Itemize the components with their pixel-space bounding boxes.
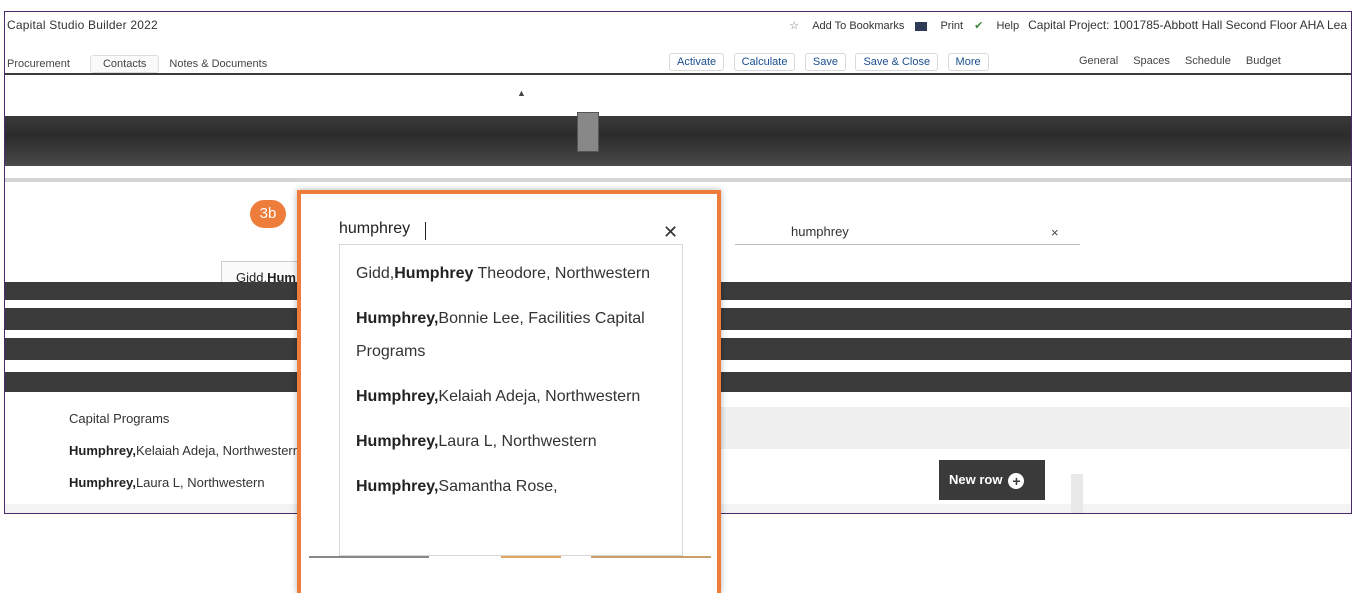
nav-general[interactable]: General <box>1079 55 1118 67</box>
background-search-field[interactable]: humphrey × <box>735 224 1080 252</box>
help-icon[interactable]: ✔ <box>974 20 983 32</box>
scroll-track <box>1071 474 1083 513</box>
close-icon[interactable]: ✕ <box>663 222 678 243</box>
footer-divider <box>501 556 561 558</box>
option-bold: Humphrey, <box>356 478 439 495</box>
background-suggestion-list: Capital Programs Humphrey,Kelaiah Adeja,… <box>69 408 309 504</box>
option-post: Laura L, Northwestern <box>438 433 597 450</box>
search-input[interactable] <box>339 220 639 238</box>
step-badge: 3b <box>250 200 286 228</box>
suggestion-dropdown: Gidd,Humphrey Theodore, Northwestern Hum… <box>339 244 683 556</box>
nav-notes-documents[interactable]: Notes & Documents <box>169 58 267 70</box>
list-item[interactable]: Humphrey,Kelaiah Adeja, Northwestern <box>69 440 309 462</box>
option-pre: Gidd, <box>356 265 395 282</box>
app-title: Capital Studio Builder 2022 <box>7 18 158 32</box>
header-links: ☆ Add To Bookmarks Print ✔ Help Capital … <box>789 18 1347 32</box>
new-row-label: New row <box>949 471 1003 487</box>
option-post: Theodore, Northwestern <box>473 265 651 282</box>
bookmark-star-icon[interactable]: ☆ <box>789 20 799 32</box>
nav-left: Procurement Contacts Notes & Documents <box>7 55 277 73</box>
app-header: Capital Studio Builder 2022 ☆ Add To Boo… <box>5 12 1351 38</box>
scroll-up-icon[interactable]: ▲ <box>517 88 526 98</box>
suggestion-option[interactable]: Humphrey,Kelaiah Adeja, Northwestern <box>340 368 682 413</box>
nav-right: General Spaces Schedule Budget <box>1079 55 1293 67</box>
suggestion-option[interactable]: Gidd,Humphrey Theodore, Northwestern <box>340 245 682 290</box>
nav-spaces[interactable]: Spaces <box>1133 55 1170 67</box>
nav-budget[interactable]: Budget <box>1246 55 1281 67</box>
list-item-text: Laura L, Northwestern <box>135 475 265 490</box>
callout-footer <box>301 556 717 566</box>
dark-header-band <box>5 116 1351 166</box>
suggestion-option[interactable]: Humphrey,Laura L, Northwestern <box>340 413 682 458</box>
nav-schedule[interactable]: Schedule <box>1185 55 1231 67</box>
list-item-text: Capital Programs <box>69 411 170 426</box>
option-bold: Humphrey <box>394 265 474 282</box>
help-link[interactable]: Help <box>996 20 1019 32</box>
option-post: Samantha Rose, <box>438 478 558 495</box>
option-bold: Humphrey, <box>356 310 439 327</box>
search-underline <box>735 244 1080 245</box>
nav-row: Procurement Contacts Notes & Documents Act… <box>5 51 1351 73</box>
footer-divider <box>309 556 429 558</box>
option-post: Kelaiah Adeja, Northwestern <box>438 388 641 405</box>
zoom-callout: ✕ Gidd,Humphrey Theodore, Northwestern H… <box>297 190 721 593</box>
activate-button[interactable]: Activate <box>669 53 725 71</box>
footer-divider <box>591 556 711 558</box>
background-search-value: humphrey <box>791 224 849 239</box>
grey-strip <box>5 178 1351 182</box>
add-bookmark-link[interactable]: Add To Bookmarks <box>812 20 904 32</box>
option-bold: Humphrey, <box>356 388 439 405</box>
list-item-text: Kelaiah Adeja, Northwestern <box>135 443 300 458</box>
top-section: ▲ <box>5 88 1351 188</box>
project-title: Capital Project: 1001785-Abbott Hall Sec… <box>1028 18 1347 32</box>
action-toolbar: Activate Calculate Save Save & Close Mor… <box>669 52 994 71</box>
list-item[interactable]: Capital Programs <box>69 408 309 430</box>
print-link[interactable]: Print <box>940 20 963 32</box>
list-item[interactable]: Humphrey,Laura L, Northwestern <box>69 472 309 494</box>
option-bold: Humphrey, <box>356 433 439 450</box>
resize-handle[interactable] <box>577 112 599 152</box>
new-row-button[interactable]: New row + <box>939 460 1045 500</box>
clear-icon[interactable]: × <box>1051 225 1059 240</box>
nav-procurement[interactable]: Procurement <box>7 58 70 70</box>
print-icon[interactable] <box>915 21 928 31</box>
list-item-bold: Humphrey, <box>69 475 136 490</box>
nav-divider <box>5 73 1351 75</box>
list-item-bold: Humphrey, <box>69 443 136 458</box>
nav-contacts[interactable]: Contacts <box>89 55 160 73</box>
text-caret <box>425 222 426 240</box>
calculate-button[interactable]: Calculate <box>733 53 796 71</box>
save-button[interactable]: Save <box>804 53 846 71</box>
save-close-button[interactable]: Save & Close <box>855 53 939 71</box>
suggestion-option[interactable]: Humphrey,Bonnie Lee, Facilities Capital … <box>340 290 682 368</box>
suggestion-option[interactable]: Humphrey,Samantha Rose, <box>340 458 682 503</box>
more-button[interactable]: More <box>947 53 989 71</box>
plus-icon: + <box>1008 472 1025 489</box>
